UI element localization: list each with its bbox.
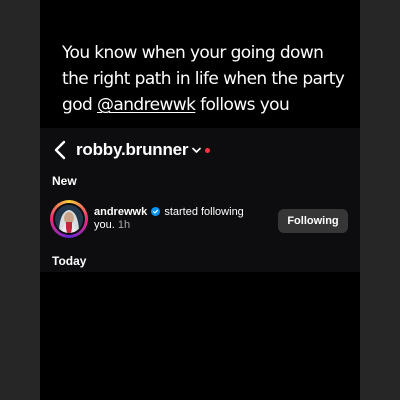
caption-text-after: follows you	[195, 95, 290, 115]
notification-item[interactable]: andrewwk started following you. 1h Follow…	[50, 200, 350, 244]
notification-you: you.	[94, 219, 115, 231]
chevron-left-icon[interactable]	[54, 138, 68, 162]
avatar-photo	[55, 205, 83, 233]
avatar-ring-gap	[53, 203, 85, 235]
section-heading-new: New	[52, 174, 77, 188]
account-username[interactable]: robby.brunner	[76, 140, 189, 160]
notification-text: andrewwk started following you. 1h	[94, 206, 254, 232]
caption-mention[interactable]: @andrewwk	[97, 95, 196, 115]
notification-action: started following	[164, 206, 244, 218]
notifications-screenshot: robby.brunner New andrewwk started follo…	[40, 128, 360, 272]
notification-dot	[205, 147, 211, 153]
letterbox-frame: You know when your going down the right …	[0, 0, 400, 400]
following-button[interactable]: Following	[278, 209, 348, 233]
notification-time: 1h	[117, 219, 131, 231]
verified-badge-icon	[151, 207, 161, 216]
story-caption: You know when your going down the right …	[62, 40, 352, 118]
story-screen: You know when your going down the right …	[40, 0, 360, 400]
section-heading-today: Today	[52, 254, 87, 268]
chevron-down-icon[interactable]	[192, 145, 202, 155]
notification-username[interactable]: andrewwk	[94, 206, 147, 218]
notifications-header: robby.brunner	[54, 138, 211, 162]
avatar[interactable]	[50, 200, 88, 238]
